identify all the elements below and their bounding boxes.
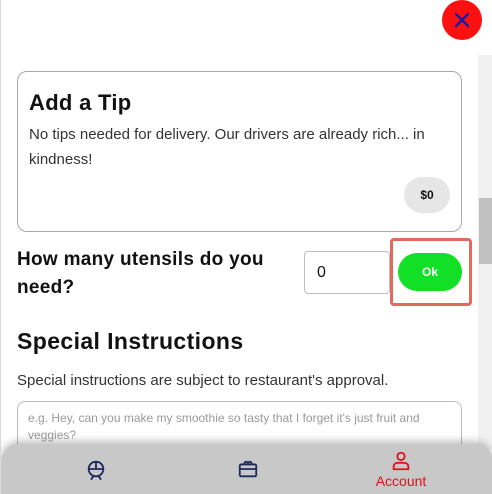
close-button[interactable]	[442, 0, 482, 40]
tip-title: Add a Tip	[29, 90, 132, 115]
nav-item-account[interactable]: Account	[361, 444, 441, 494]
tip-card: Add a Tip No tips needed for delivery. O…	[17, 71, 462, 232]
nav-label-account: Account	[375, 472, 427, 489]
special-instructions-note: Special instructions are subject to rest…	[17, 372, 389, 389]
order-modal: Add a Tip No tips needed for delivery. O…	[0, 0, 492, 494]
ok-button[interactable]: Ok	[398, 253, 462, 291]
scrollbar-thumb[interactable]	[479, 198, 492, 264]
tip-description: No tips needed for delivery. Our drivers…	[29, 126, 425, 168]
nav-item-rewards[interactable]	[223, 444, 273, 494]
close-x-icon	[454, 12, 470, 28]
nav-item-food[interactable]	[71, 444, 121, 494]
special-instructions-title: Special Instructions	[17, 328, 244, 354]
tip-amount-button[interactable]: $0	[404, 177, 450, 213]
bottom-nav: Account	[1, 444, 492, 494]
user-icon	[392, 451, 410, 470]
gift-card-icon	[238, 460, 258, 478]
utensils-label: How many utensils do you need?	[17, 249, 264, 298]
food-dome-icon	[87, 460, 105, 480]
utensils-input[interactable]	[304, 251, 390, 294]
